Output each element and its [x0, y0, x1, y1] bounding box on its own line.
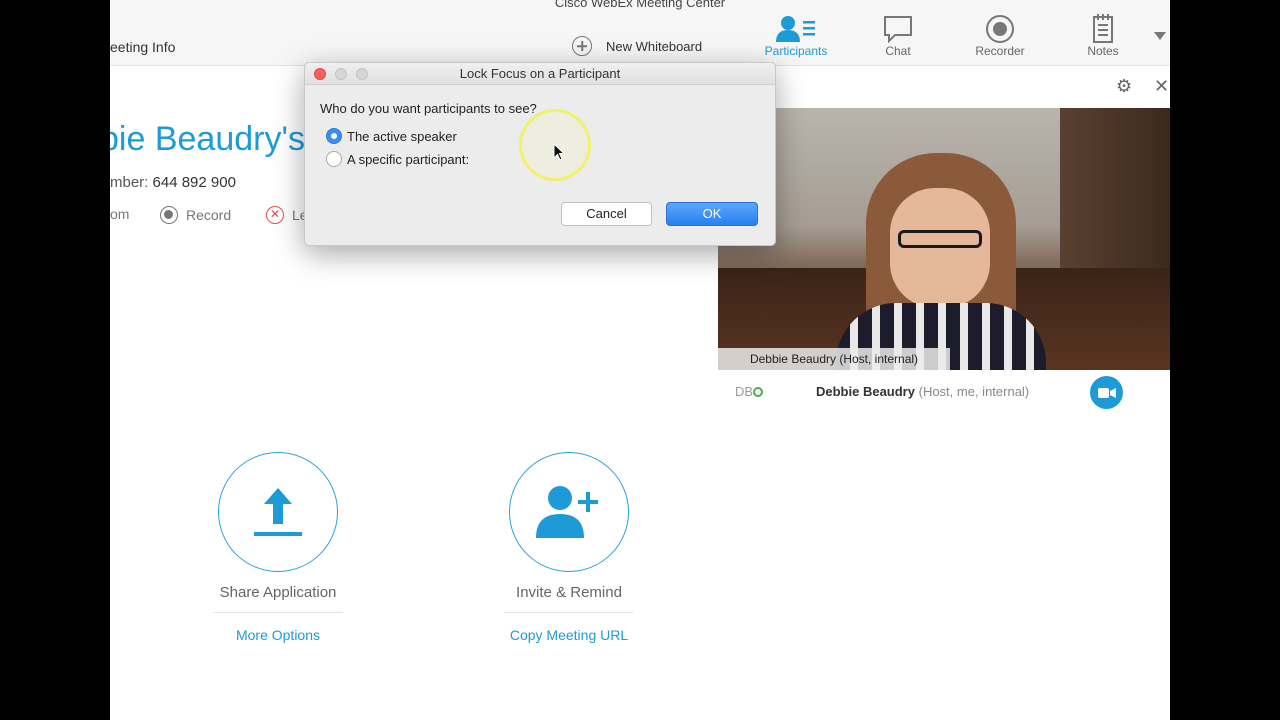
- participant-row[interactable]: DB Debbie Beaudry (Host, me, internal): [718, 370, 1170, 414]
- invite-divider: [504, 612, 634, 613]
- status-dot-icon: [753, 387, 764, 397]
- upload-icon: [254, 488, 302, 536]
- chat-icon: [858, 14, 938, 44]
- share-application-button[interactable]: [218, 452, 338, 572]
- meeting-number: mber: 644 892 900: [110, 174, 236, 191]
- chat-label: Chat: [885, 44, 911, 58]
- meeting-info-tab[interactable]: eeting Info: [110, 39, 175, 55]
- radio-selected-icon[interactable]: [326, 128, 342, 144]
- participants-panel-header: cipants ⚙ ✕: [718, 66, 1170, 108]
- video-camera-button[interactable]: [1090, 376, 1123, 409]
- new-whiteboard-button[interactable]: New Whiteboard: [572, 36, 702, 56]
- plus-icon: [572, 36, 592, 56]
- cancel-button[interactable]: Cancel: [561, 202, 652, 226]
- share-application-label: Share Application: [219, 584, 337, 601]
- option-active-speaker-label: The active speaker: [347, 128, 457, 144]
- avatar-initials: DB: [735, 384, 754, 399]
- radio-unselected-icon[interactable]: [326, 151, 342, 167]
- video-name-label: Debbie Beaudry (Host, internal): [718, 348, 950, 370]
- notes-button[interactable]: Notes: [1063, 14, 1143, 58]
- meeting-number-label: mber:: [110, 174, 149, 191]
- participants-icon: [756, 14, 836, 44]
- participant-video: Debbie Beaudry (Host, internal): [718, 108, 1170, 370]
- participant-role: (Host, me, internal): [918, 384, 1030, 399]
- video-person-glasses: [898, 230, 982, 248]
- chat-button[interactable]: Chat: [858, 14, 938, 58]
- participant-avatar: DB: [735, 384, 764, 399]
- participants-button[interactable]: Participants: [756, 14, 836, 58]
- room-action[interactable]: om: [110, 206, 129, 222]
- room-label: om: [110, 206, 130, 222]
- dialog-title: Lock Focus on a Participant: [459, 66, 621, 81]
- recorder-button[interactable]: Recorder: [960, 14, 1040, 58]
- invite-remind-button[interactable]: [509, 452, 629, 572]
- share-divider: [213, 612, 343, 613]
- top-toolbar: Cisco WebEx Meeting Center eeting Info N…: [110, 0, 1170, 66]
- meeting-title: bie Beaudry's: [110, 120, 305, 158]
- record-action[interactable]: Record: [160, 206, 231, 224]
- invite-remind-label: Invite & Remind: [516, 584, 622, 601]
- recorder-label: Recorder: [975, 44, 1025, 58]
- option-active-speaker[interactable]: The active speaker: [326, 128, 457, 144]
- record-label: Record: [186, 207, 232, 223]
- participant-name: Debbie Beaudry (Host, me, internal): [816, 384, 1029, 399]
- participants-label: Participants: [764, 44, 828, 58]
- gear-icon[interactable]: ⚙: [1116, 76, 1132, 97]
- record-icon: [160, 206, 178, 224]
- dialog-titlebar: Lock Focus on a Participant: [305, 63, 775, 85]
- option-specific-participant[interactable]: A specific participant:: [326, 151, 469, 167]
- more-chevron-down-icon[interactable]: [1154, 32, 1166, 40]
- option-specific-participant-label: A specific participant:: [347, 151, 470, 167]
- close-icon[interactable]: ✕: [1154, 76, 1169, 97]
- dialog-question: Who do you want participants to see?: [320, 101, 537, 116]
- mouse-cursor-icon: [553, 143, 565, 161]
- meeting-number-value: 644 892 900: [152, 174, 236, 191]
- leave-action[interactable]: ✕ Le: [266, 206, 308, 224]
- more-options-link[interactable]: More Options: [178, 627, 378, 643]
- new-whiteboard-label: New Whiteboard: [606, 38, 703, 54]
- recorder-icon: [960, 14, 1040, 44]
- video-person-face: [890, 188, 990, 308]
- ok-button[interactable]: OK: [666, 202, 758, 226]
- video-camera-icon: [1097, 387, 1116, 398]
- notes-label: Notes: [1087, 44, 1119, 58]
- notes-icon: [1063, 14, 1143, 44]
- leave-x-icon: ✕: [266, 206, 284, 224]
- window-title: Cisco WebEx Meeting Center: [554, 0, 726, 10]
- add-user-icon: [536, 486, 598, 538]
- copy-meeting-url-link[interactable]: Copy Meeting URL: [469, 627, 669, 643]
- participant-name-text: Debbie Beaudry: [816, 384, 915, 399]
